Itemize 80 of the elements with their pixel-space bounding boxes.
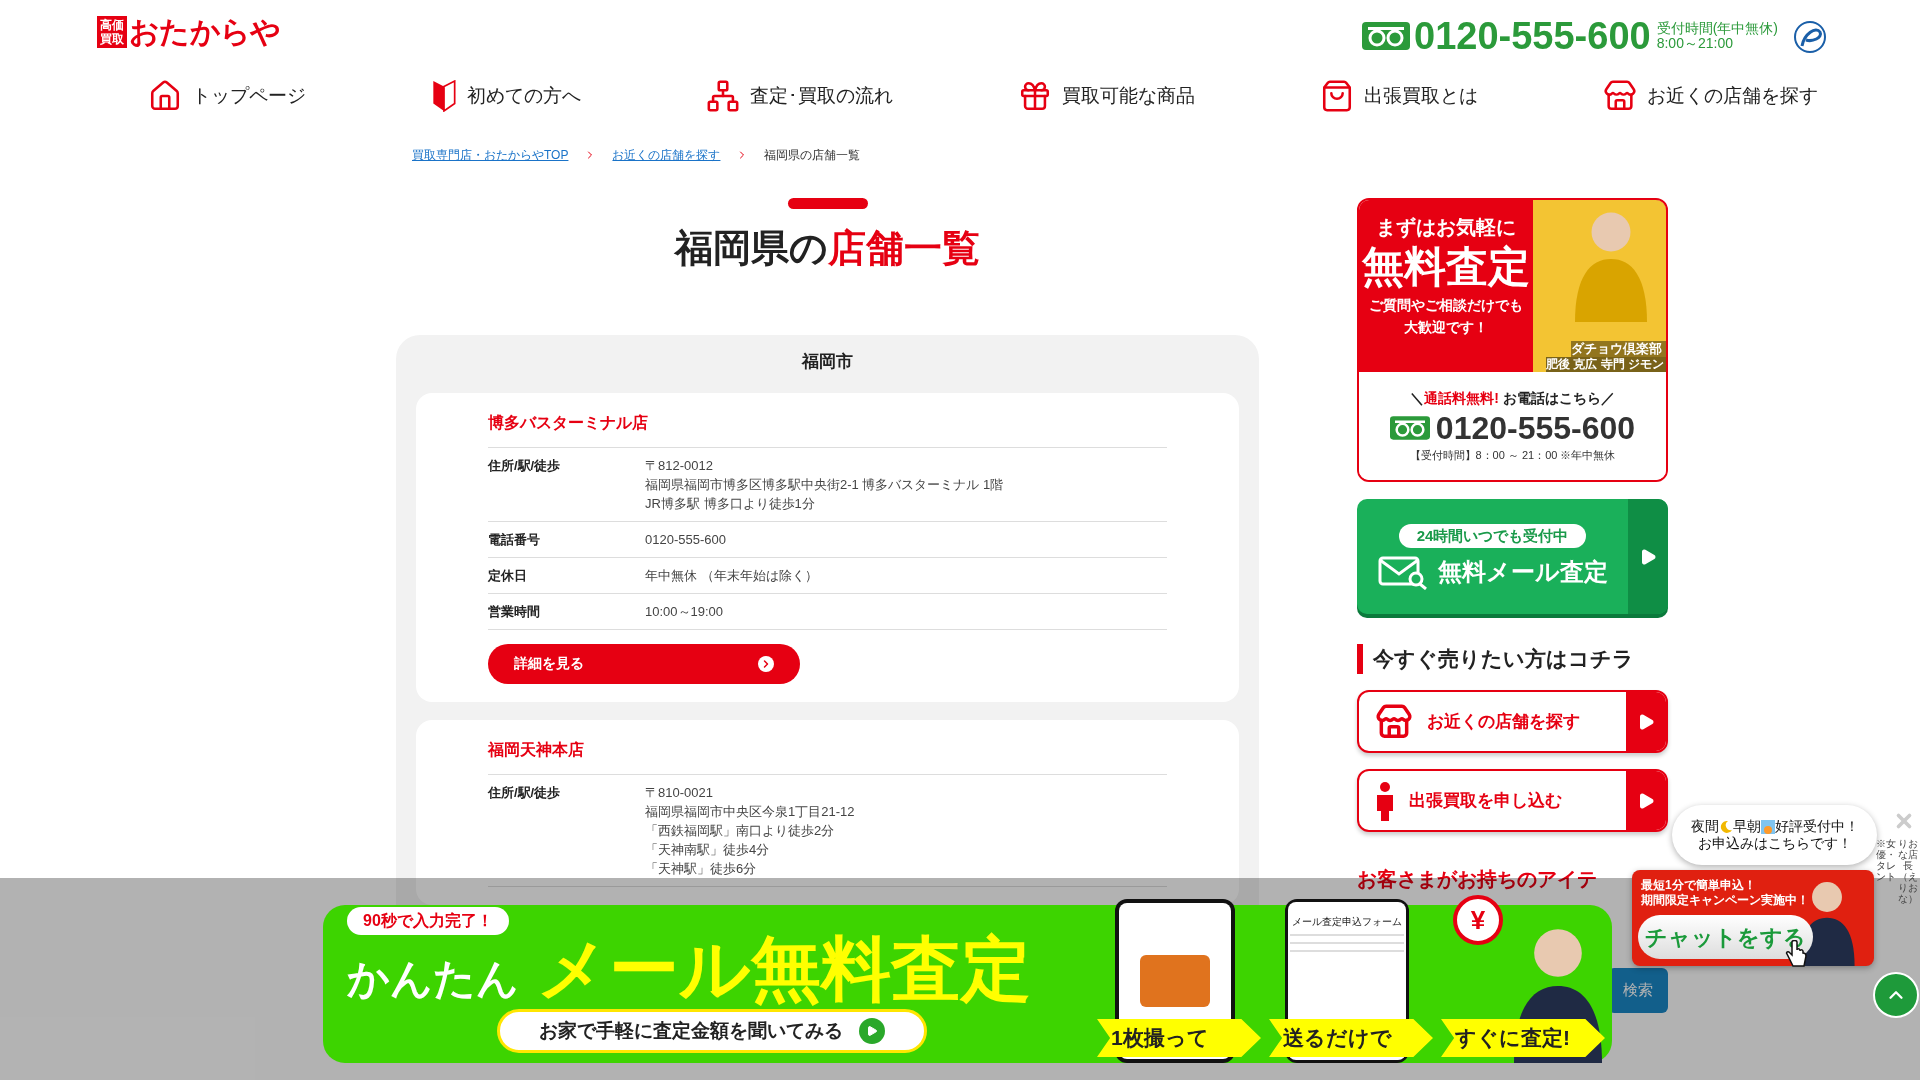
hours-text: 8:00～21:00 — [1656, 36, 1734, 51]
logo-badge[interactable]: 高価 買取 — [97, 16, 127, 48]
promo-caption-names: 肥後 克広 寺門 ジモン — [1546, 357, 1666, 372]
nav-link[interactable]: 初めての方へ — [431, 80, 581, 112]
info-value: 〒810-0021 — [645, 783, 714, 802]
flowchart-icon — [706, 79, 740, 113]
breadcrumb-link[interactable]: お近くの店舗を探す — [612, 146, 721, 164]
info-value: 「天神駅」徒歩6分 — [645, 859, 758, 878]
store-icon — [1603, 79, 1637, 113]
breadcrumb-link[interactable]: 買取専門店・おたからやTOP — [412, 146, 569, 164]
info-value: 「西鉄福岡駅」南口より徒歩2分 — [645, 821, 836, 840]
nav-link[interactable]: 出張買取とは — [1320, 79, 1478, 113]
play-arrow-icon — [1639, 547, 1657, 566]
info-label: 電話番号 — [488, 530, 541, 549]
info-label: 住所/駅/徒歩 — [488, 456, 562, 475]
banner-headline: メール無料査定 — [537, 929, 1031, 1009]
info-label: 営業時間 — [488, 602, 541, 621]
sidebar-link-button[interactable]: お近くの店舗を探す — [1357, 690, 1668, 753]
nav-link[interactable]: 買取可能な商品 — [1018, 79, 1195, 113]
step-tag: 送るだけで — [1269, 1019, 1433, 1057]
chat-promo-text: 期間限定キャンペーン実施中！ — [1641, 893, 1809, 908]
promo-headline: 無料査定 — [1362, 242, 1530, 292]
logo-text[interactable]: おたからや — [129, 17, 281, 47]
scroll-top-button[interactable] — [1873, 972, 1919, 1018]
sunrise-icon — [1760, 819, 1775, 834]
promo-hours: 【受付時間】8：00 ～ 21：00 ※年中無休 — [1409, 448, 1616, 464]
person-icon — [1375, 780, 1395, 821]
promo-subtext: 大歓迎です！ — [1404, 318, 1488, 337]
sidebar-link-button[interactable]: 出張買取を申し込む — [1357, 769, 1668, 832]
step-tag: 1枚撮って — [1097, 1019, 1261, 1057]
vertical-caption: ※女優・タレント — [1876, 838, 1896, 882]
banner-badge: 90秒で入力完了！ — [347, 907, 509, 935]
banner-cta-button[interactable]: お家で手軽に査定金額を聞いてみる — [497, 1009, 927, 1053]
gift-icon — [1018, 79, 1052, 113]
info-value: 福岡県福岡市博多区博多駅中央街2-1 博多バスターミナル 1階 — [645, 475, 1004, 494]
chat-promo-text: 最短1分で簡単申込！ — [1641, 878, 1757, 893]
info-value: 「天神南駅」徒歩4分 — [645, 840, 771, 859]
info-value: 0120-555-600 — [645, 530, 726, 549]
call-lead: ＼通話料無料! お電話はこちら／ — [1410, 389, 1615, 409]
nav-link[interactable]: トップページ — [148, 79, 306, 113]
area-heading: 福岡市 — [802, 351, 853, 373]
hours-label: 受付時間(年中無休) — [1656, 21, 1778, 36]
info-value: 10:00～19:00 — [645, 602, 724, 621]
promo-caption: ダチョウ倶楽部 — [1571, 341, 1666, 357]
bag-icon — [1320, 79, 1354, 113]
info-label: 住所/駅/徒歩 — [488, 783, 562, 802]
info-value: 福岡県福岡市中央区今泉1丁目21-12 — [645, 802, 855, 821]
store-name[interactable]: 博多バスターミナル店 — [488, 410, 1167, 448]
free-dial-icon — [1389, 416, 1430, 441]
nav-link[interactable]: お近くの店舗を探す — [1603, 79, 1818, 113]
chat-speech-bubble[interactable]: 夜間 早朝 好評受付中！ お申込みはこちらです！ — [1672, 805, 1877, 865]
free-dial-icon — [1362, 22, 1410, 50]
free-appraisal-ad[interactable]: まずはお気軽に 無料査定 ご質問やご相談だけでも 大歓迎です！ ダチョウ倶楽部 肥後 克広 寺門 ジモン ＼通話料無料! お電話はこちら／ 0120-555-600 【受付時間】8：00 ～ 21：00 ※年中無休 — [1357, 198, 1668, 482]
promo-lead: まずはお気軽に — [1376, 215, 1516, 240]
banner-lead: かんたん — [347, 954, 519, 1004]
form-title: メール査定申込フォーム — [1291, 916, 1403, 928]
yen-bubble-icon: ¥ — [1453, 895, 1503, 945]
house-icon — [148, 79, 182, 113]
nav-link[interactable]: 査定･買取の流れ — [706, 79, 893, 113]
sidebar-heading: お客さまがお持ちのアイテ — [1357, 867, 1597, 892]
info-value: 年中無休 （年末年始は除く） — [645, 566, 818, 585]
info-value: JR博多駅 博多口より徒歩1分 — [645, 494, 816, 513]
beginner-mark-icon — [431, 80, 457, 112]
step-tag: すぐに査定! — [1441, 1019, 1605, 1057]
details-button[interactable]: 詳細を見る — [488, 643, 800, 684]
store-name[interactable]: 福岡天神本店 — [488, 737, 1167, 775]
play-arrow-icon — [1637, 791, 1655, 810]
sidebar-heading: 今すぐ売りたい方はコチラ — [1357, 644, 1668, 674]
moon-icon — [1718, 819, 1733, 834]
breadcrumb-current: 福岡県の店舗一覧 — [764, 147, 861, 164]
store-search-icon — [1375, 702, 1413, 741]
phone-number[interactable]: 0120-555-600 — [1414, 17, 1651, 55]
page-title: 福岡県の店舗一覧 — [675, 226, 980, 271]
promo-subtext: ご質問やご相談だけでも — [1369, 296, 1523, 315]
mail-badge: 24時間いつでも受付中 — [1398, 523, 1587, 548]
vertical-caption: りおな店長（えりおな） — [1898, 838, 1918, 904]
info-value: 〒812-0012 — [645, 456, 714, 475]
info-label: 定休日 — [488, 566, 528, 585]
promo-phone[interactable]: 0120-555-600 — [1435, 409, 1636, 448]
play-arrow-icon — [1637, 712, 1655, 731]
